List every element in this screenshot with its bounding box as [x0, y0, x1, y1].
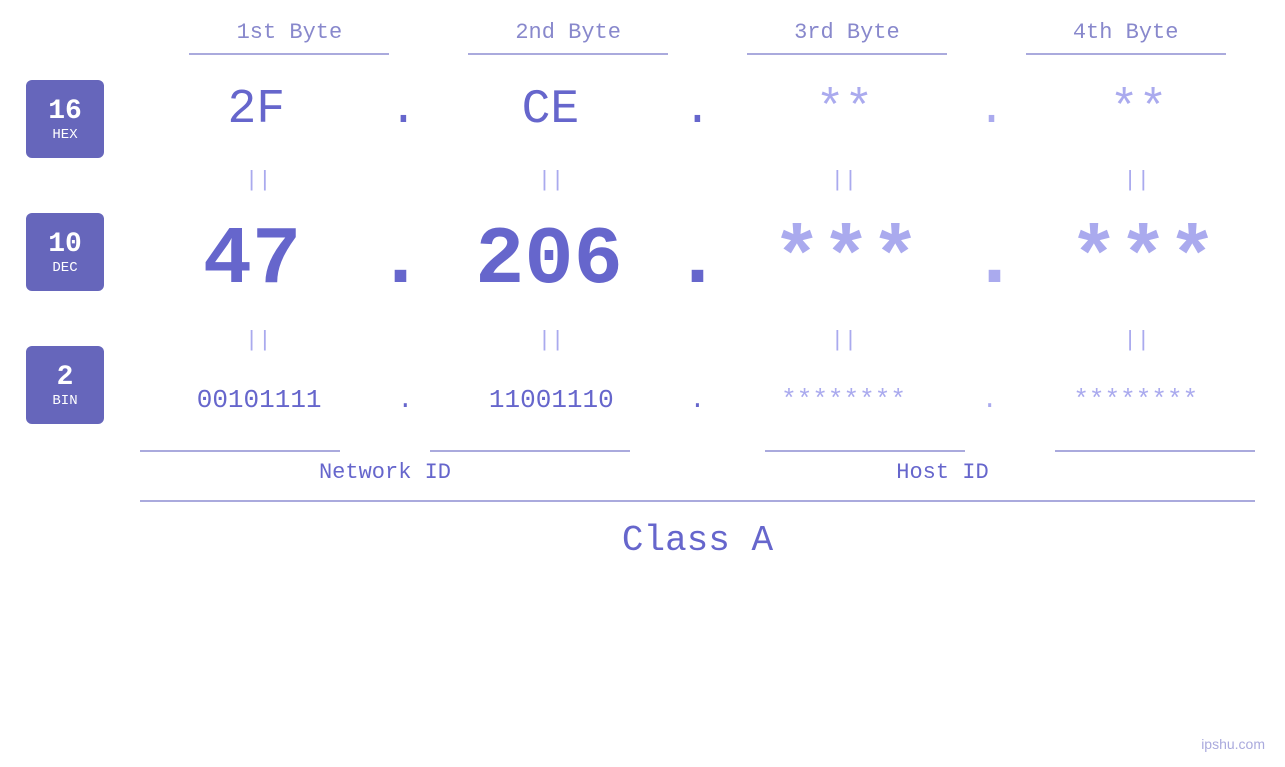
bin-label: BIN — [52, 393, 77, 409]
bin-dot-3: . — [982, 385, 998, 415]
bin-dot-2: . — [690, 385, 706, 415]
eq2-1: || — [158, 328, 358, 353]
hex-byte-1: 2F — [156, 83, 356, 137]
bin-badge: 2 BIN — [26, 346, 104, 424]
hex-row: 2F . CE . ** . ** — [130, 55, 1265, 165]
content-area: 16 HEX 10 DEC 2 BIN 2F . CE . ** . ** — [0, 55, 1285, 767]
bin-byte-3: ******** — [744, 385, 944, 415]
eq1-2: || — [451, 168, 651, 193]
dec-label: DEC — [52, 260, 77, 276]
network-id-label: Network ID — [140, 460, 630, 485]
hex-dot-3: . — [977, 83, 1006, 137]
class-label: Class A — [130, 520, 1265, 561]
watermark: ipshu.com — [1201, 736, 1265, 752]
host-bracket-right — [1055, 450, 1255, 452]
dec-dot-1: . — [376, 214, 425, 307]
dec-byte-1: 47 — [152, 214, 352, 307]
eq1-4: || — [1037, 168, 1237, 193]
dec-byte-2: 206 — [449, 214, 649, 307]
equals-row-2: || || || || — [130, 325, 1265, 355]
eq2-3: || — [744, 328, 944, 353]
id-labels: Network ID Host ID — [130, 460, 1265, 485]
dec-number: 10 — [48, 229, 82, 260]
hex-dot-1: . — [389, 83, 418, 137]
net-bracket-right — [430, 450, 630, 452]
hex-byte-2: CE — [450, 83, 650, 137]
byte-header-3: 3rd Byte — [737, 20, 957, 45]
dec-byte-4: *** — [1043, 214, 1243, 307]
hex-dot-2: . — [683, 83, 712, 137]
hex-label: HEX — [52, 127, 77, 143]
bin-dot-1: . — [397, 385, 413, 415]
ip-display: 2F . CE . ** . ** || || || || 47 — [130, 55, 1285, 767]
host-id-label: Host ID — [630, 460, 1255, 485]
hex-number: 16 — [48, 96, 82, 127]
dec-dot-2: . — [673, 214, 722, 307]
eq1-3: || — [744, 168, 944, 193]
host-bracket-left — [765, 450, 965, 452]
hex-badge: 16 HEX — [26, 80, 104, 158]
bin-row: 00101111 . 11001110 . ******** . *******… — [130, 355, 1265, 445]
byte-header-1: 1st Byte — [179, 20, 399, 45]
eq2-2: || — [451, 328, 651, 353]
net-bracket-left — [140, 450, 340, 452]
hex-byte-4: ** — [1039, 83, 1239, 137]
dec-dot-3: . — [970, 214, 1019, 307]
bin-byte-4: ******** — [1036, 385, 1236, 415]
equals-row-1: || || || || — [130, 165, 1265, 195]
dec-byte-3: *** — [746, 214, 946, 307]
eq1-1: || — [158, 168, 358, 193]
byte-header-2: 2nd Byte — [458, 20, 678, 45]
dec-row: 47 . 206 . *** . *** — [130, 195, 1265, 325]
dec-badge: 10 DEC — [26, 213, 104, 291]
bin-number: 2 — [57, 362, 74, 393]
base-badges: 16 HEX 10 DEC 2 BIN — [0, 55, 130, 767]
eq2-4: || — [1037, 328, 1237, 353]
main-container: 1st Byte 2nd Byte 3rd Byte 4th Byte 16 H… — [0, 0, 1285, 767]
class-bracket — [140, 500, 1255, 502]
hex-byte-3: ** — [745, 83, 945, 137]
bin-byte-1: 00101111 — [159, 385, 359, 415]
bin-byte-2: 11001110 — [451, 385, 651, 415]
byte-headers: 1st Byte 2nd Byte 3rd Byte 4th Byte — [150, 20, 1265, 45]
section-brackets — [130, 450, 1265, 452]
byte-header-4: 4th Byte — [1016, 20, 1236, 45]
